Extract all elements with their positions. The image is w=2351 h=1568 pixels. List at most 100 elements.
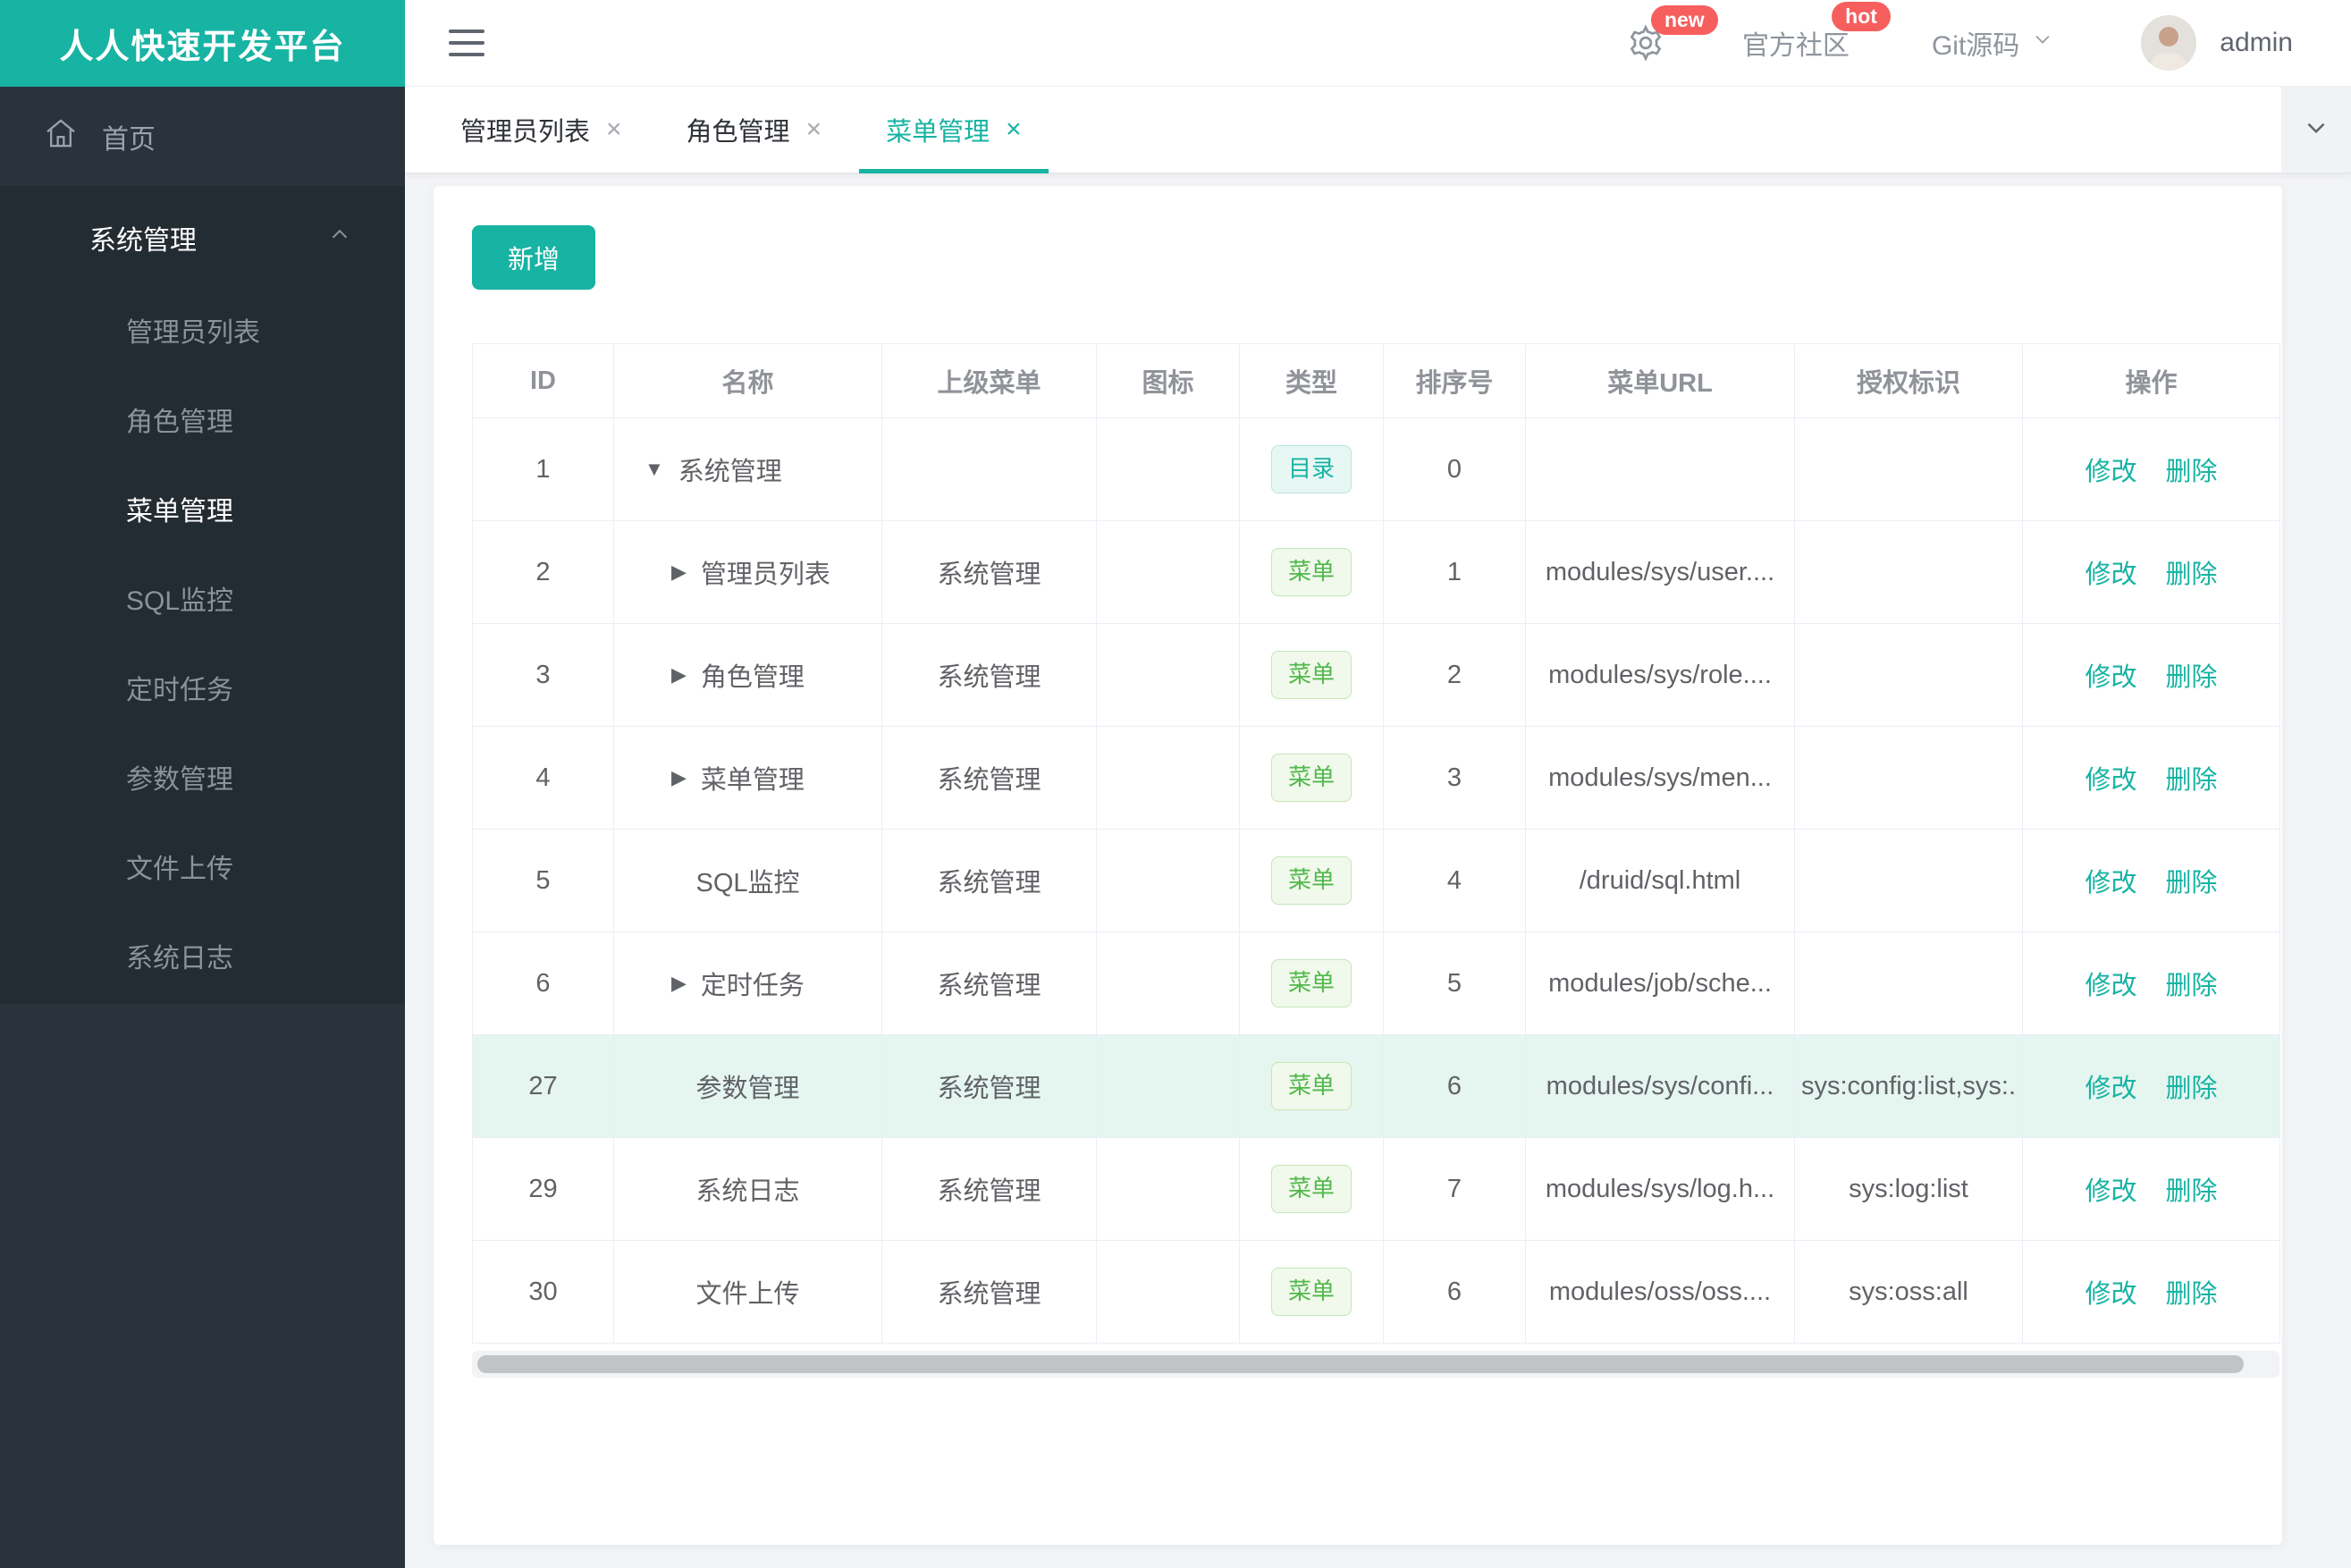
cell-id: 30: [472, 1240, 614, 1344]
expand-arrow-icon[interactable]: ▶: [671, 663, 687, 687]
cell-perms: [1794, 417, 2023, 521]
tab-label: 角色管理: [686, 118, 790, 147]
table-row[interactable]: 29 系统日志 系统管理 菜单 7 modules/sys/log.h... s…: [472, 1137, 2280, 1241]
type-badge: 菜单: [1270, 959, 1352, 1007]
cell-url: modules/sys/log.h...: [1525, 1137, 1795, 1241]
close-icon[interactable]: ×: [606, 116, 622, 143]
cell-perms: [1794, 726, 2023, 830]
cell-perms: sys:oss:all: [1794, 1240, 2023, 1344]
sidebar-item-home[interactable]: 首页: [0, 87, 405, 186]
sidebar-group-system: 系统管理 管理员列表 角色管理 菜单管理 SQL监控 定时任务 参数管理 文件上传 系统日志: [0, 186, 405, 1004]
menu-toggle-button[interactable]: [445, 16, 488, 70]
cell-parent: 系统管理: [881, 520, 1097, 624]
username[interactable]: admin: [2220, 28, 2293, 58]
delete-link[interactable]: 删除: [2166, 766, 2218, 795]
menu-name: 菜单管理: [700, 766, 805, 795]
tab[interactable]: 菜单管理 ×: [859, 87, 1049, 173]
delete-link[interactable]: 删除: [2166, 972, 2218, 1000]
tab[interactable]: 角色管理 ×: [660, 87, 849, 173]
cell-perms: [1794, 623, 2023, 727]
close-icon[interactable]: ×: [806, 116, 822, 143]
cell-parent: 系统管理: [881, 1137, 1097, 1241]
tab-bar: 管理员列表 × 角色管理 × 菜单管理 ×: [405, 87, 2351, 173]
cell-order: 2: [1383, 623, 1526, 727]
sidebar-item[interactable]: 系统日志: [0, 915, 405, 1004]
avatar[interactable]: [2141, 15, 2197, 71]
scrollbar-thumb[interactable]: [477, 1355, 2244, 1373]
edit-link[interactable]: 修改: [2085, 869, 2136, 898]
cell-type: 菜单: [1239, 1240, 1384, 1344]
type-badge: 菜单: [1270, 856, 1352, 905]
edit-link[interactable]: 修改: [2085, 766, 2136, 795]
delete-link[interactable]: 删除: [2166, 869, 2218, 898]
delete-link[interactable]: 删除: [2166, 561, 2218, 589]
sidebar-item[interactable]: 管理员列表: [0, 289, 405, 378]
sidebar-item[interactable]: 菜单管理: [0, 468, 405, 557]
expand-arrow-icon[interactable]: ▶: [671, 766, 687, 789]
cell-url: modules/sys/role....: [1525, 623, 1795, 727]
edit-link[interactable]: 修改: [2085, 1280, 2136, 1309]
sidebar-submenu: 管理员列表 角色管理 菜单管理 SQL监控 定时任务 参数管理 文件上传 系统日志: [0, 289, 405, 1004]
edit-link[interactable]: 修改: [2085, 1075, 2136, 1103]
main-content: 新增 ID 名称 上级菜单 图标 类型 排序号 菜单URL 授权标识 操作 1 ▼ 系统管理 目录…: [405, 173, 2351, 1568]
cell-actions: 修改 删除: [2022, 1240, 2280, 1344]
git-source-link[interactable]: Git源码: [1932, 23, 2055, 63]
sidebar-item[interactable]: 文件上传: [0, 825, 405, 915]
sidebar-item[interactable]: 参数管理: [0, 736, 405, 825]
delete-link[interactable]: 删除: [2166, 1280, 2218, 1309]
sidebar-item[interactable]: 角色管理: [0, 378, 405, 468]
cell-name: ▶ 菜单管理: [613, 726, 882, 830]
expand-arrow-icon[interactable]: ▶: [671, 972, 687, 995]
chevron-down-icon: [2301, 113, 2331, 148]
edit-link[interactable]: 修改: [2085, 458, 2136, 486]
table-row[interactable]: 30 文件上传 系统管理 菜单 6 modules/oss/oss.... sy…: [472, 1240, 2280, 1344]
column-header: 排序号: [1383, 343, 1526, 418]
table-row[interactable]: 5 SQL监控 系统管理 菜单 4 /druid/sql.html 修改 删除: [472, 829, 2280, 932]
delete-link[interactable]: 删除: [2166, 458, 2218, 486]
column-header: 授权标识: [1794, 343, 2023, 418]
menu-name: 系统日志: [695, 1177, 800, 1206]
cell-actions: 修改 删除: [2022, 417, 2280, 521]
add-button[interactable]: 新增: [472, 225, 595, 290]
cell-icon: [1096, 1137, 1240, 1241]
sidebar-item[interactable]: 定时任务: [0, 646, 405, 736]
delete-link[interactable]: 删除: [2166, 1075, 2218, 1103]
edit-link[interactable]: 修改: [2085, 972, 2136, 1000]
type-badge: 菜单: [1270, 548, 1352, 596]
type-badge: 目录: [1270, 445, 1352, 493]
cell-icon: [1096, 520, 1240, 624]
table-row[interactable]: 2 ▶ 管理员列表 系统管理 菜单 1 modules/sys/user.... …: [472, 520, 2280, 624]
expand-arrow-icon[interactable]: ▶: [671, 561, 687, 584]
sidebar-group-header[interactable]: 系统管理: [0, 186, 405, 289]
community-link[interactable]: 官方社区 hot: [1742, 2, 1891, 63]
edit-link[interactable]: 修改: [2085, 561, 2136, 589]
top-header: new 官方社区 hot Git源码 admin: [405, 0, 2351, 87]
delete-link[interactable]: 删除: [2166, 1177, 2218, 1206]
cell-parent: [881, 417, 1097, 521]
delete-link[interactable]: 删除: [2166, 663, 2218, 692]
cell-type: 目录: [1239, 417, 1384, 521]
settings-button[interactable]: new: [1626, 5, 1718, 63]
table-row[interactable]: 1 ▼ 系统管理 目录 0 修改 删除: [472, 417, 2280, 521]
edit-link[interactable]: 修改: [2085, 1177, 2136, 1206]
close-icon[interactable]: ×: [1006, 116, 1022, 143]
cell-parent: 系统管理: [881, 1034, 1097, 1138]
tabs-collapse-button[interactable]: [2281, 87, 2351, 173]
table-row[interactable]: 4 ▶ 菜单管理 系统管理 菜单 3 modules/sys/men... 修改 删…: [472, 726, 2280, 830]
sidebar-item[interactable]: SQL监控: [0, 557, 405, 646]
cell-name: ▶ 管理员列表: [613, 520, 882, 624]
edit-link[interactable]: 修改: [2085, 663, 2136, 692]
table-row[interactable]: 3 ▶ 角色管理 系统管理 菜单 2 modules/sys/role.... 修…: [472, 623, 2280, 727]
tab[interactable]: 管理员列表 ×: [434, 87, 649, 173]
expand-arrow-icon[interactable]: ▼: [645, 458, 664, 481]
cell-name: 参数管理: [613, 1034, 882, 1138]
app-logo: 人人快速开发平台: [0, 0, 405, 87]
cell-id: 29: [472, 1137, 614, 1241]
horizontal-scrollbar[interactable]: [472, 1351, 2279, 1378]
chevron-up-icon: [326, 221, 353, 255]
cell-icon: [1096, 932, 1240, 1035]
table-row[interactable]: 6 ▶ 定时任务 系统管理 菜单 5 modules/job/sche... 修改…: [472, 932, 2280, 1035]
table-row[interactable]: 27 参数管理 系统管理 菜单 6 modules/sys/confi... s…: [472, 1034, 2280, 1138]
cell-id: 1: [472, 417, 614, 521]
type-badge: 菜单: [1270, 754, 1352, 802]
